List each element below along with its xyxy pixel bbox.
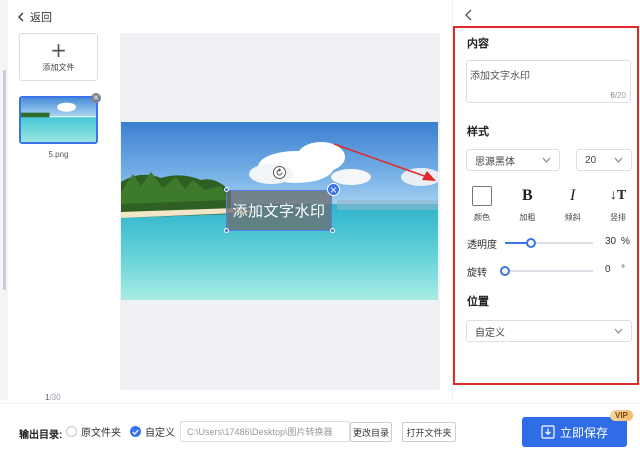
opacity-slider-row: 透明度 30 % bbox=[467, 236, 633, 251]
font-size-select[interactable]: 20 bbox=[576, 149, 632, 171]
resize-handle-tl[interactable] bbox=[224, 187, 229, 192]
text-style-toolbar: 颜色 B 加粗 I 倾斜 ↓T 竖排 bbox=[466, 186, 634, 223]
chevron-left-icon bbox=[18, 12, 24, 22]
vertical-text-label: 竖排 bbox=[609, 213, 626, 222]
color-button[interactable]: 颜色 bbox=[466, 186, 498, 223]
font-size-value: 20 bbox=[585, 154, 597, 166]
radio-custom-folder[interactable]: 自定义 bbox=[130, 424, 175, 439]
italic-icon: I bbox=[569, 187, 576, 204]
vertical-text-button[interactable]: ↓T 竖排 bbox=[602, 186, 634, 223]
opacity-value: 30 bbox=[605, 236, 617, 247]
bold-label: 加粗 bbox=[519, 213, 536, 222]
resize-handle-bl[interactable] bbox=[224, 228, 229, 233]
opacity-unit: % bbox=[621, 236, 630, 247]
scrollbar-thumb[interactable] bbox=[3, 70, 6, 290]
watermark-text-value: 添加文字水印 bbox=[470, 71, 530, 82]
save-now-button[interactable]: 立即保存 bbox=[522, 417, 627, 447]
watermark-text-input[interactable]: 添加文字水印 6/20 bbox=[466, 60, 631, 103]
page-counter: 1/30 bbox=[45, 393, 61, 402]
add-file-button[interactable]: + 添加文件 bbox=[19, 33, 98, 81]
vertical-text-icon: ↓T bbox=[609, 188, 627, 203]
open-folder-button[interactable]: 打开文件夹 bbox=[402, 422, 456, 442]
chevron-down-icon bbox=[614, 328, 623, 334]
position-value: 自定义 bbox=[475, 327, 505, 339]
italic-label: 倾斜 bbox=[564, 213, 581, 222]
color-swatch-icon bbox=[472, 186, 492, 206]
opacity-label: 透明度 bbox=[467, 240, 497, 251]
content-section-title: 内容 bbox=[467, 38, 489, 50]
page-total: /30 bbox=[49, 393, 61, 402]
rotate-slider-row: 旋转 0 ° bbox=[467, 264, 633, 279]
radio-checked-icon bbox=[130, 426, 141, 437]
char-counter: 6/20 bbox=[610, 91, 626, 100]
position-section-title: 位置 bbox=[467, 296, 489, 308]
thumbnail-image bbox=[21, 98, 96, 142]
download-icon bbox=[541, 425, 555, 439]
radio-custom-label: 自定义 bbox=[145, 428, 175, 439]
add-file-label: 添加文件 bbox=[42, 63, 75, 72]
radio-original-label: 原文件夹 bbox=[81, 428, 121, 439]
position-select[interactable]: 自定义 bbox=[466, 320, 632, 342]
chevron-down-icon bbox=[542, 157, 551, 163]
collapse-panel-icon[interactable] bbox=[464, 9, 474, 21]
back-button[interactable]: 返回 bbox=[17, 9, 52, 25]
radio-icon bbox=[66, 426, 77, 437]
plus-icon: + bbox=[50, 38, 67, 62]
output-path-input[interactable]: C:\Users\17486\Desktop\图片转换器 bbox=[180, 421, 350, 442]
chevron-down-icon bbox=[614, 157, 623, 163]
rotate-value: 0 bbox=[605, 264, 611, 275]
italic-button[interactable]: I 倾斜 bbox=[557, 186, 589, 223]
annotation-arrow-icon bbox=[333, 143, 436, 181]
change-dir-button[interactable]: 更改目录 bbox=[350, 422, 392, 442]
resize-handle-br[interactable] bbox=[330, 228, 335, 233]
vip-badge: VIP bbox=[610, 410, 633, 421]
rotate-slider-knob[interactable] bbox=[500, 266, 510, 276]
left-scrollbar[interactable] bbox=[0, 0, 8, 400]
watermark-text: 添加文字水印 bbox=[232, 203, 326, 220]
rotate-slider[interactable] bbox=[500, 266, 593, 276]
remove-file-icon[interactable]: × bbox=[91, 93, 101, 103]
style-section-title: 样式 bbox=[467, 126, 489, 138]
font-family-value: 思源黑体 bbox=[475, 156, 515, 168]
save-label: 立即保存 bbox=[559, 425, 608, 440]
bold-button[interactable]: B 加粗 bbox=[511, 186, 543, 223]
output-dir-label: 输出目录: bbox=[19, 430, 63, 441]
bold-icon: B bbox=[521, 187, 533, 204]
rotate-unit: ° bbox=[621, 264, 625, 275]
radio-original-folder[interactable]: 原文件夹 bbox=[66, 424, 121, 439]
back-label: 返回 bbox=[30, 12, 52, 24]
char-max: /20 bbox=[614, 91, 626, 100]
rotate-label: 旋转 bbox=[467, 268, 487, 279]
opacity-slider[interactable] bbox=[505, 238, 593, 248]
rotate-icon[interactable] bbox=[273, 166, 286, 179]
font-family-select[interactable]: 思源黑体 bbox=[466, 149, 560, 171]
file-thumbnail[interactable]: × bbox=[19, 93, 101, 144]
color-label: 颜色 bbox=[474, 213, 490, 222]
file-name: 5.png bbox=[48, 150, 69, 159]
watermark-box[interactable]: 添加文字水印 bbox=[226, 190, 332, 231]
opacity-slider-knob[interactable] bbox=[526, 238, 537, 248]
